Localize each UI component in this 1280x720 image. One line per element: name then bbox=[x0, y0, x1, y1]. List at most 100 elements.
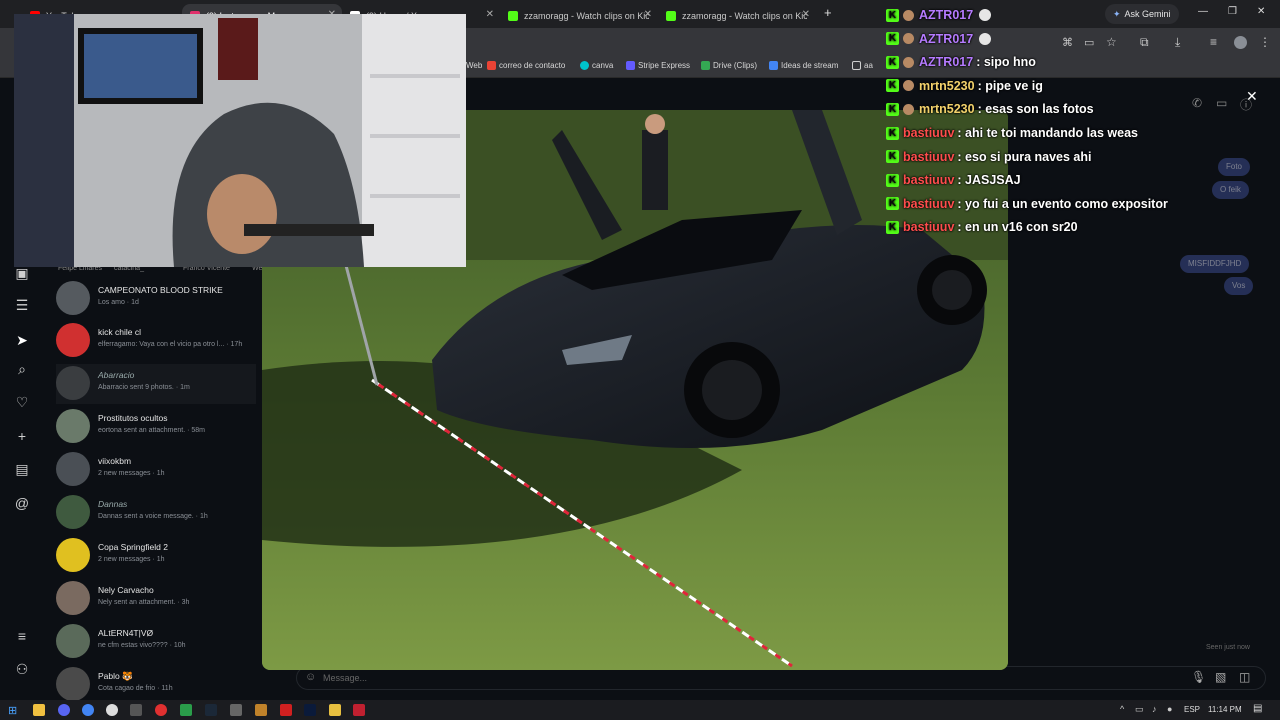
direct-icon[interactable]: ➤ bbox=[14, 332, 30, 348]
list-item[interactable]: viixokbm 2 new messages · 1h bbox=[56, 450, 256, 490]
list-item[interactable]: Copa Springfield 2 2 new messages · 1h bbox=[56, 536, 256, 576]
emote-icon bbox=[979, 9, 992, 21]
conversation-name: Nely Carvacho bbox=[98, 585, 154, 595]
chat-username[interactable]: AZTR017 bbox=[919, 32, 973, 46]
microphone-icon[interactable]: ● bbox=[1167, 704, 1172, 714]
bookmark-label: aa bbox=[864, 61, 873, 70]
conversation-name: Abarracio bbox=[98, 370, 135, 380]
photoshop-icon[interactable] bbox=[304, 704, 316, 716]
app-icon[interactable] bbox=[230, 704, 242, 716]
new-tab-button[interactable]: + bbox=[824, 5, 832, 20]
tab-kick-2[interactable]: zzamoragg - Watch clips on Kick ✕ bbox=[658, 4, 816, 28]
kick-badge-icon: K bbox=[886, 8, 899, 22]
messages-icon[interactable]: ☰ bbox=[14, 297, 30, 313]
bookmark-stripe[interactable]: Stripe Express bbox=[626, 61, 690, 70]
chat-message: Kbastiuuv: JASJSAJ bbox=[886, 169, 1021, 191]
chat-username[interactable]: bastiuuv bbox=[903, 173, 954, 187]
kick-badge-icon: K bbox=[886, 173, 899, 187]
close-tab-icon[interactable]: ✕ bbox=[486, 9, 494, 20]
threads-icon[interactable]: @ bbox=[14, 495, 30, 511]
reels-icon[interactable]: ▣ bbox=[14, 265, 30, 281]
seen-status: Seen just now bbox=[1206, 644, 1250, 651]
obs-icon[interactable] bbox=[106, 704, 118, 716]
app-icon[interactable] bbox=[280, 704, 292, 716]
app-icon[interactable] bbox=[180, 704, 192, 716]
app-icon[interactable] bbox=[353, 704, 365, 716]
subscriber-badge-icon bbox=[903, 56, 914, 68]
chat-text: : eso si pura naves ahi bbox=[957, 149, 1092, 164]
volume-icon[interactable]: ♪ bbox=[1152, 704, 1157, 714]
sticker-icon[interactable]: ◫ bbox=[1239, 670, 1250, 684]
more-menu-icon[interactable]: ≡ bbox=[14, 628, 30, 644]
kick-badge-icon: K bbox=[886, 55, 899, 69]
chat-username[interactable]: mrtn5230 bbox=[919, 79, 975, 93]
kick-badge-icon: K bbox=[886, 197, 899, 211]
heart-icon[interactable]: ♡ bbox=[14, 394, 30, 410]
steam-icon[interactable] bbox=[205, 704, 217, 716]
search-icon[interactable]: ⌕ bbox=[14, 361, 30, 377]
conversation-preview: Abarracio sent 9 photos. · 1m bbox=[98, 384, 190, 391]
list-item[interactable]: Pablo 🐯 Cota cagao de frio · 11h bbox=[56, 665, 256, 705]
list-item[interactable]: ALtERN4T|VØ ne cfm estas vivo???? · 10h bbox=[56, 622, 256, 662]
chat-username[interactable]: bastiuuv bbox=[903, 197, 954, 211]
list-item[interactable]: Dannas Dannas sent a voice message. · 1h bbox=[56, 493, 256, 533]
conversation-preview: ne cfm estas vivo???? · 10h bbox=[98, 642, 186, 649]
list-item[interactable]: Nely Carvacho Nely sent an attachment. ·… bbox=[56, 579, 256, 619]
subscriber-badge-icon bbox=[903, 33, 914, 45]
list-item[interactable]: CAMPEONATO BLOOD STRIKE Los amo · 1d bbox=[56, 279, 256, 319]
conversation-name: Dannas bbox=[98, 499, 128, 509]
file-explorer-icon[interactable] bbox=[33, 704, 45, 716]
list-item[interactable]: Abarracio Abarracio sent 9 photos. · 1m bbox=[56, 364, 256, 404]
close-tab-icon[interactable]: ✕ bbox=[644, 9, 652, 20]
emoji-icon[interactable]: ☺ bbox=[305, 671, 316, 683]
tab-kick-1[interactable]: zzamoragg - Watch clips on Kick ✕ bbox=[500, 4, 658, 28]
subscriber-badge-icon bbox=[903, 9, 914, 21]
kick-badge-icon: K bbox=[886, 150, 899, 164]
kick-badge-icon: K bbox=[886, 102, 899, 116]
bookmark-aa[interactable]: aa bbox=[852, 61, 873, 70]
close-tab-icon[interactable]: ✕ bbox=[802, 9, 810, 20]
bookmark-label: Web bbox=[466, 61, 483, 70]
chat-username[interactable]: mrtn5230 bbox=[919, 102, 975, 116]
clock[interactable]: 11:14 PM bbox=[1208, 705, 1242, 714]
image-icon[interactable]: ▧ bbox=[1215, 670, 1226, 684]
tray-chevron-icon[interactable]: ^ bbox=[1120, 704, 1124, 714]
conversation-name: Pablo 🐯 bbox=[98, 671, 133, 681]
chrome-icon[interactable] bbox=[82, 704, 94, 716]
app-icon[interactable] bbox=[329, 704, 341, 716]
list-item[interactable]: Prostitutos ocultos eortona sent an atta… bbox=[56, 407, 256, 447]
kick-icon bbox=[508, 11, 518, 21]
discord-icon[interactable] bbox=[58, 704, 70, 716]
language-indicator[interactable]: ESP bbox=[1184, 705, 1200, 714]
stripe-icon bbox=[626, 61, 635, 70]
bookmark-label: Ideas de stream bbox=[781, 61, 839, 70]
chat-text: : sipo hno bbox=[976, 55, 1036, 70]
chat-username[interactable]: AZTR017 bbox=[919, 8, 973, 22]
windows-start-icon[interactable]: ⊞ bbox=[8, 704, 17, 717]
chat-message: K AZTR017 bbox=[886, 28, 992, 50]
meta-icon[interactable]: ⚇ bbox=[14, 661, 30, 677]
bookmark-drive[interactable]: Drive (Clips) bbox=[701, 61, 757, 70]
bookmark-correo[interactable]: correo de contacto bbox=[487, 61, 565, 70]
kick-badge-icon: K bbox=[886, 32, 899, 46]
microphone-icon[interactable]: 🎙 bbox=[1191, 670, 1206, 684]
app-icon[interactable] bbox=[255, 704, 267, 716]
bookmark-web[interactable]: Web bbox=[466, 61, 482, 70]
chat-username[interactable]: AZTR017 bbox=[919, 55, 973, 69]
app-icon[interactable] bbox=[130, 704, 142, 716]
app-icon[interactable] bbox=[155, 704, 167, 716]
dashboard-icon[interactable]: ▤ bbox=[14, 461, 30, 477]
chat-message: K AZTR017: sipo hno bbox=[886, 51, 1036, 73]
network-icon[interactable]: ▭ bbox=[1135, 704, 1144, 715]
streamer-webcam-feed bbox=[14, 14, 466, 267]
create-icon[interactable]: + bbox=[14, 428, 30, 444]
chat-text: : JASJSAJ bbox=[957, 173, 1021, 188]
list-item[interactable]: kick chile cl elferragamo: Vaya con el v… bbox=[56, 321, 256, 361]
bookmark-ideas[interactable]: Ideas de stream bbox=[769, 61, 838, 70]
chat-username[interactable]: bastiuuv bbox=[903, 150, 954, 164]
chat-username[interactable]: bastiuuv bbox=[903, 126, 954, 140]
chat-username[interactable]: bastiuuv bbox=[903, 220, 954, 234]
bookmark-canva[interactable]: canva bbox=[580, 61, 613, 70]
avatar bbox=[56, 495, 90, 529]
notifications-icon[interactable]: ▤ bbox=[1253, 703, 1262, 714]
